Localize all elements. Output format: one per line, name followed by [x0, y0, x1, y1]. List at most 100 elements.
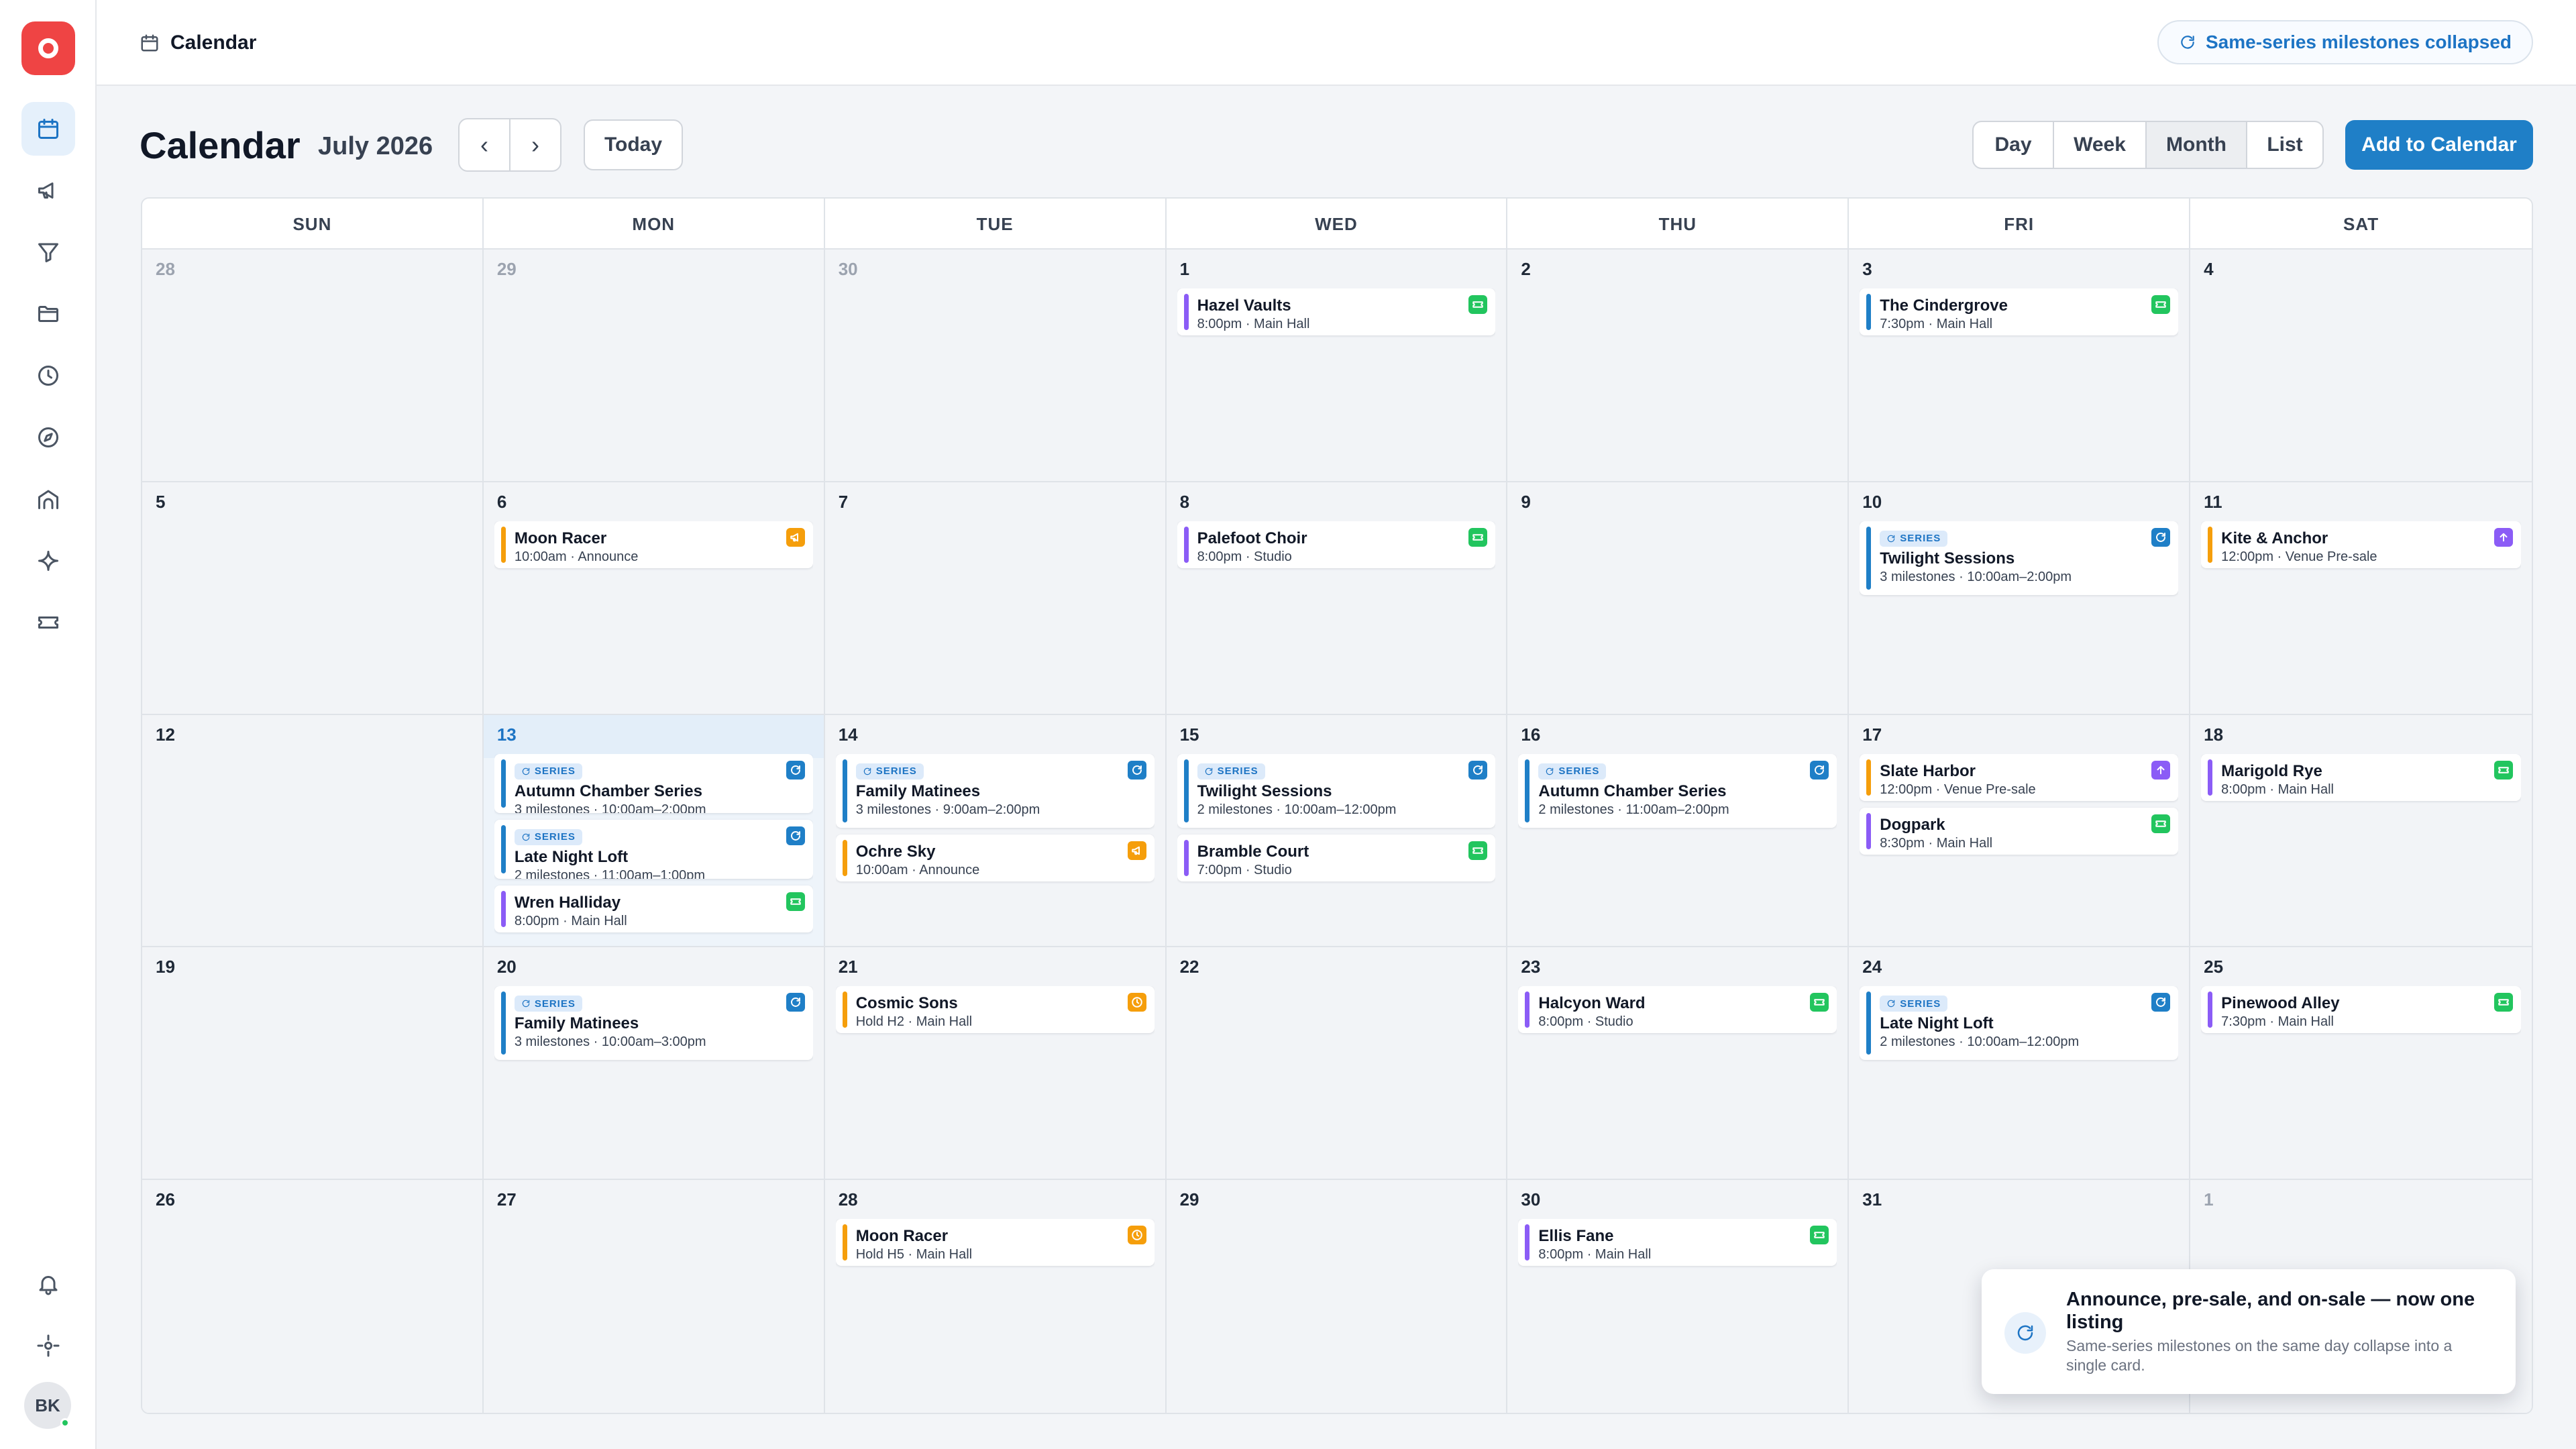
- refresh-icon: [2004, 1312, 2046, 1354]
- day-cell[interactable]: 20 SERIES Family Matinees 3 milestones · 10…: [483, 947, 825, 1181]
- event-card[interactable]: Ochre Sky 10:00am · Announce: [835, 834, 1155, 881]
- event-card[interactable]: The Cindergrove 7:30pm · Main Hall: [1860, 288, 2179, 335]
- day-cell[interactable]: 2: [1507, 250, 1849, 482]
- day-cell[interactable]: 26: [142, 1180, 484, 1413]
- series-event-card[interactable]: SERIES Late Night Loft 2 milestones · 10:0…: [1860, 986, 2179, 1061]
- event-card[interactable]: Dogpark 8:30pm · Main Hall: [1860, 807, 2179, 855]
- event-title: Wren Halliday: [514, 893, 621, 912]
- event-card[interactable]: Halcyon Ward 8:00pm · Studio: [1518, 986, 1837, 1034]
- event-card[interactable]: Cosmic Sons Hold H2 · Main Hall: [835, 986, 1155, 1034]
- series-tag-label: SERIES: [534, 831, 576, 843]
- day-cell[interactable]: 14 SERIES Family Matinees 3 milestones · 9:…: [824, 714, 1167, 948]
- day-cell[interactable]: 6 Moon Racer 10:00am · Announce: [483, 482, 825, 715]
- sidebar-item-filters[interactable]: [21, 225, 75, 279]
- series-event-card[interactable]: SERIES Twilight Sessions 3 milestones · 10…: [1860, 521, 2179, 595]
- ticket-icon: [36, 610, 60, 635]
- day-cell[interactable]: 5: [142, 482, 484, 715]
- sidebar-item-calendar[interactable]: [21, 102, 75, 156]
- settings-button[interactable]: [21, 1319, 75, 1373]
- view-week-button[interactable]: Week: [2053, 122, 2145, 168]
- event-card[interactable]: Kite & Anchor 12:00pm · Venue Pre-sale: [2201, 521, 2521, 568]
- day-cell[interactable]: 17 Slate Harbor 12:00pm · Venue Pre-sale Do…: [1849, 714, 2191, 948]
- next-month-button[interactable]: ›: [509, 119, 560, 170]
- avatar[interactable]: BK: [24, 1382, 71, 1429]
- day-cell[interactable]: 29: [1166, 1180, 1508, 1413]
- series-collapsed-pill[interactable]: Same-series milestones collapsed: [2157, 20, 2533, 64]
- venue-icon: [36, 487, 60, 511]
- sidebar-item-explore[interactable]: [21, 411, 75, 464]
- day-cell[interactable]: 27: [483, 1180, 825, 1413]
- day-cell[interactable]: 10 SERIES Twilight Sessions 3 milestones · …: [1849, 482, 2191, 715]
- day-cell[interactable]: 19: [142, 947, 484, 1181]
- feature-toast[interactable]: Announce, pre-sale, and on-sale — now on…: [1982, 1269, 2516, 1394]
- day-cell[interactable]: 3 The Cindergrove 7:30pm · Main Hall: [1849, 250, 2191, 482]
- series-event-card[interactable]: SERIES Late Night Loft 2 milestones · 11:0…: [494, 819, 813, 879]
- day-cell[interactable]: 28 Moon Racer Hold H5 · Main Hall: [824, 1180, 1167, 1413]
- event-card[interactable]: Pinewood Alley 7:30pm · Main Hall: [2201, 986, 2521, 1034]
- day-cell[interactable]: 21 Cosmic Sons Hold H2 · Main Hall: [824, 947, 1167, 1181]
- ticket-icon: [1468, 841, 1488, 860]
- app-logo[interactable]: [21, 21, 75, 75]
- refresh-icon: [786, 826, 805, 845]
- view-day-button[interactable]: Day: [1974, 122, 2053, 168]
- series-event-card[interactable]: SERIES Autumn Chamber Series 2 milestones …: [1518, 753, 1837, 828]
- event-card[interactable]: Slate Harbor 12:00pm · Venue Pre-sale: [1860, 753, 2179, 801]
- day-cell[interactable]: 28: [142, 250, 484, 482]
- event-card[interactable]: Hazel Vaults 8:00pm · Main Hall: [1177, 288, 1496, 335]
- day-events: Halcyon Ward 8:00pm · Studio: [1518, 986, 1837, 1176]
- day-cell[interactable]: 16 SERIES Autumn Chamber Series 2 milestone…: [1507, 714, 1849, 948]
- day-events: SERIES Autumn Chamber Series 2 milestones …: [1518, 753, 1837, 944]
- day-cell[interactable]: 22: [1166, 947, 1508, 1181]
- day-cell[interactable]: 24 SERIES Late Night Loft 2 milestones · 10…: [1849, 947, 2191, 1181]
- event-card[interactable]: Ellis Fane 8:00pm · Main Hall: [1518, 1219, 1837, 1267]
- day-cell[interactable]: 15 SERIES Twilight Sessions 2 milestones · …: [1166, 714, 1508, 948]
- sidebar-item-venues[interactable]: [21, 472, 75, 526]
- sidebar-item-files[interactable]: [21, 287, 75, 341]
- view-list-button[interactable]: List: [2246, 122, 2322, 168]
- day-number: 5: [156, 491, 166, 512]
- day-cell[interactable]: 30 Ellis Fane 8:00pm · Main Hall: [1507, 1180, 1849, 1413]
- view-month-button[interactable]: Month: [2145, 122, 2246, 168]
- sidebar-item-insights[interactable]: [21, 534, 75, 588]
- event-card[interactable]: Moon Racer 10:00am · Announce: [494, 521, 813, 568]
- day-number: 22: [1179, 957, 1199, 977]
- series-event-card[interactable]: SERIES Twilight Sessions 2 milestones · 10…: [1177, 753, 1496, 828]
- event-color-bar: [1866, 759, 1872, 796]
- notifications-button[interactable]: [21, 1257, 75, 1311]
- day-cell[interactable]: 11 Kite & Anchor 12:00pm · Venue Pre-sale: [2190, 482, 2532, 715]
- series-event-card[interactable]: SERIES Autumn Chamber Series 3 milestones …: [494, 753, 813, 813]
- add-to-calendar-button[interactable]: Add to Calendar: [2345, 120, 2533, 170]
- day-cell[interactable]: 30: [824, 250, 1167, 482]
- day-number: 17: [1862, 724, 1882, 745]
- event-card[interactable]: Palefoot Choir 8:00pm · Studio: [1177, 521, 1496, 568]
- day-cell[interactable]: 7: [824, 482, 1167, 715]
- prev-month-button[interactable]: ‹: [460, 119, 509, 170]
- event-subtitle: Hold H2 · Main Hall: [855, 1014, 973, 1030]
- today-button[interactable]: Today: [584, 119, 683, 170]
- event-card[interactable]: Bramble Court 7:00pm · Studio: [1177, 834, 1496, 881]
- series-tag-label: SERIES: [534, 998, 576, 1010]
- series-event-card[interactable]: SERIES Family Matinees 3 milestones · 10:0…: [494, 986, 813, 1061]
- day-cell[interactable]: 18 Marigold Rye 8:00pm · Main Hall: [2190, 714, 2532, 948]
- day-cell[interactable]: 8 Palefoot Choir 8:00pm · Studio: [1166, 482, 1508, 715]
- day-cell[interactable]: 25 Pinewood Alley 7:30pm · Main Hall: [2190, 947, 2532, 1181]
- day-cell[interactable]: 23 Halcyon Ward 8:00pm · Studio: [1507, 947, 1849, 1181]
- event-card[interactable]: Marigold Rye 8:00pm · Main Hall: [2201, 753, 2521, 801]
- event-card[interactable]: Moon Racer Hold H5 · Main Hall: [835, 1219, 1155, 1267]
- refresh-icon: [1810, 760, 1829, 780]
- weekday-header: SUN MON TUE WED THU FRI SAT: [142, 199, 2532, 250]
- event-color-bar: [1183, 839, 1189, 876]
- day-cell[interactable]: 4: [2190, 250, 2532, 482]
- event-title: Dogpark: [1880, 815, 1945, 834]
- series-event-card[interactable]: SERIES Family Matinees 3 milestones · 9:00…: [835, 753, 1155, 828]
- sidebar-item-history[interactable]: [21, 349, 75, 402]
- sidebar-item-announcements[interactable]: [21, 164, 75, 217]
- event-card[interactable]: Wren Halliday 8:00pm · Main Hall: [494, 885, 813, 932]
- day-cell[interactable]: 29: [483, 250, 825, 482]
- day-cell[interactable]: 12: [142, 714, 484, 948]
- day-cell[interactable]: 13 SERIES Autumn Chamber Series 3 milestone…: [483, 714, 825, 948]
- sidebar-item-tickets[interactable]: [21, 596, 75, 649]
- day-cell[interactable]: 1 Hazel Vaults 8:00pm · Main Hall: [1166, 250, 1508, 482]
- day-cell[interactable]: 9: [1507, 482, 1849, 715]
- arrow-up-icon: [2493, 527, 2513, 547]
